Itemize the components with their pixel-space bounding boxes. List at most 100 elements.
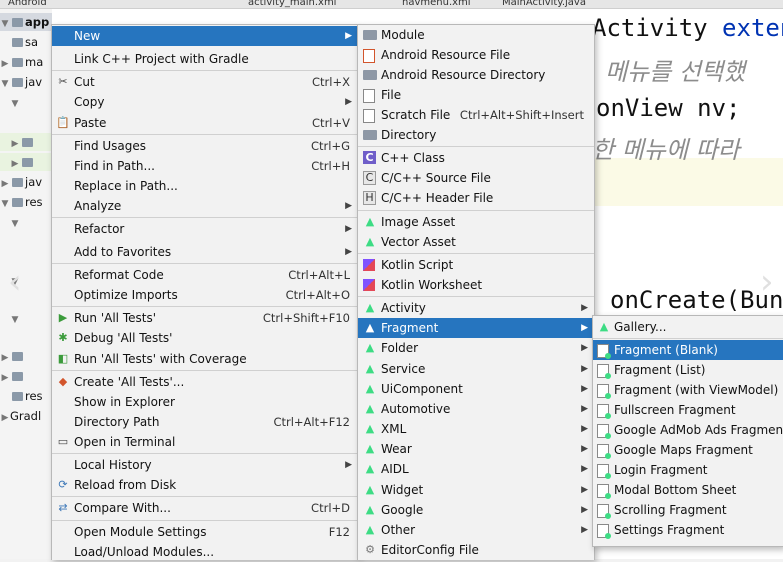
tree-item[interactable]: ▶	[0, 347, 25, 365]
menu-item-label: Kotlin Script	[381, 258, 454, 272]
menu-item-label: Folder	[381, 341, 419, 355]
menu-item-fullscreen-fragment[interactable]: Fullscreen Fragment	[593, 400, 783, 420]
menu-item-label: Find in Path...	[74, 159, 155, 173]
code-line: onCreate(Bun	[610, 286, 783, 314]
menu-item-fragment-list[interactable]: Fragment (List)	[593, 360, 783, 380]
menu-item-c-c-header-file[interactable]: H C/C++ Header File	[358, 188, 594, 208]
menu-item-kotlin-worksheet[interactable]: Kotlin Worksheet	[358, 275, 594, 295]
menu-separator	[52, 70, 358, 71]
menu-item-shortcut: Ctrl+Alt+O	[285, 288, 350, 302]
tree-item[interactable]: res	[0, 387, 43, 405]
project-view-selector[interactable]: Android	[8, 0, 56, 8]
android-icon: ▲	[365, 503, 375, 516]
menu-separator	[358, 296, 594, 297]
menu-item-copy[interactable]: Copy ▶	[52, 92, 358, 112]
tree-item-app[interactable]: ▼ app	[0, 13, 52, 31]
menu-item-google[interactable]: ▲ Google ▶	[358, 500, 594, 520]
menu-item-find-in-path[interactable]: Find in Path... Ctrl+H	[52, 156, 358, 176]
menu-item-c-c-source-file[interactable]: C C/C++ Source File	[358, 168, 594, 188]
menu-item-fragment[interactable]: ▲ Fragment ▶	[358, 318, 594, 338]
menu-item-modal-bottom-sheet[interactable]: Modal Bottom Sheet	[593, 480, 783, 500]
tree-item[interactable]: ▼ jav	[0, 73, 43, 91]
tree-item[interactable]: ▶	[0, 367, 25, 385]
tree-item[interactable]: ▼	[0, 93, 20, 111]
tree-item[interactable]: ▼	[0, 213, 20, 231]
menu-item-debug-all-tests[interactable]: ✱ Debug 'All Tests'	[52, 328, 358, 348]
menu-item-android-resource-directory[interactable]: Android Resource Directory	[358, 65, 594, 85]
menu-item-xml[interactable]: ▲ XML ▶	[358, 419, 594, 439]
menu-item-automotive[interactable]: ▲ Automotive ▶	[358, 399, 594, 419]
menu-item-create-all-tests[interactable]: ◆ Create 'All Tests'...	[52, 372, 358, 392]
menu-item-label: XML	[381, 422, 407, 436]
nav-left-icon[interactable]: ‹	[8, 262, 22, 302]
menu-item-analyze[interactable]: Analyze ▶	[52, 196, 358, 216]
menu-item-vector-asset[interactable]: ▲ Vector Asset	[358, 232, 594, 252]
menu-item-login-fragment[interactable]: Login Fragment	[593, 460, 783, 480]
menu-item-wear[interactable]: ▲ Wear ▶	[358, 439, 594, 459]
menu-item-folder[interactable]: ▲ Folder ▶	[358, 338, 594, 358]
tree-item[interactable]: ▼	[0, 309, 20, 327]
menu-item-widget[interactable]: ▲ Widget ▶	[358, 480, 594, 500]
menu-item-refactor[interactable]: Refactor ▶	[52, 219, 358, 239]
tree-item[interactable]: ▶ jav	[0, 173, 43, 191]
menu-item-kotlin-script[interactable]: Kotlin Script	[358, 255, 594, 275]
menu-item-optimize-imports[interactable]: Optimize Imports Ctrl+Alt+O	[52, 285, 358, 305]
menu-item-google-admob-ads-fragment[interactable]: Google AdMob Ads Fragment	[593, 420, 783, 440]
menu-item-replace-in-path[interactable]: Replace in Path...	[52, 176, 358, 196]
tree-item[interactable]: ▶ ma	[0, 53, 44, 71]
menu-item-scratch-file[interactable]: Scratch File Ctrl+Alt+Shift+Insert	[358, 105, 594, 125]
menu-item-show-in-explorer[interactable]: Show in Explorer	[52, 392, 358, 412]
menu-item-gallery[interactable]: ▲ Gallery...	[593, 317, 783, 337]
menu-item-add-to-favorites[interactable]: Add to Favorites ▶	[52, 242, 358, 262]
menu-item-reformat-code[interactable]: Reformat Code Ctrl+Alt+L	[52, 265, 358, 285]
menu-item-shortcut: Ctrl+Shift+F10	[262, 311, 350, 325]
menu-item-label: New	[74, 29, 101, 43]
menu-item-directory-path[interactable]: Directory Path Ctrl+Alt+F12	[52, 412, 358, 432]
menu-item-aidl[interactable]: ▲ AIDL ▶	[358, 459, 594, 479]
tree-item[interactable]: ▼ res	[0, 193, 43, 211]
tree-item-gradle[interactable]: ▶ Gradl	[0, 407, 42, 425]
submenu-arrow-icon: ▶	[345, 201, 352, 211]
menu-item-run-all-tests[interactable]: ▶ Run 'All Tests' Ctrl+Shift+F10	[52, 308, 358, 328]
menu-item-service[interactable]: ▲ Service ▶	[358, 359, 594, 379]
menu-item-uicomponent[interactable]: ▲ UiComponent ▶	[358, 379, 594, 399]
menu-item-file[interactable]: File	[358, 85, 594, 105]
nav-right-icon[interactable]: ›	[760, 262, 774, 302]
submenu-arrow-icon: ▶	[581, 464, 588, 474]
menu-item-fragment-blank[interactable]: Fragment (Blank)	[593, 340, 783, 360]
menu-item-directory[interactable]: Directory	[358, 125, 594, 145]
menu-item-cut[interactable]: ✂ Cut Ctrl+X	[52, 72, 358, 92]
menu-item-activity[interactable]: ▲ Activity ▶	[358, 298, 594, 318]
menu-item-local-history[interactable]: Local History ▶	[52, 455, 358, 475]
menu-item-link-c-project-with-gradle[interactable]: Link C++ Project with Gradle	[52, 49, 358, 69]
menu-item-open-in-terminal[interactable]: ▭ Open in Terminal	[52, 432, 358, 452]
tree-item[interactable]: ▶	[0, 153, 52, 171]
menu-item-fragment-with-viewmodel[interactable]: Fragment (with ViewModel)	[593, 380, 783, 400]
menu-item-reload-from-disk[interactable]: ⟳ Reload from Disk	[52, 475, 358, 495]
menu-item-open-module-settings[interactable]: Open Module Settings F12	[52, 522, 358, 542]
menu-item-new[interactable]: New ▶	[52, 26, 358, 46]
tree-item[interactable]: ▶	[0, 133, 52, 151]
menu-item-settings-fragment[interactable]: Settings Fragment	[593, 520, 783, 540]
menu-item-find-usages[interactable]: Find Usages Ctrl+G	[52, 136, 358, 156]
menu-item-module[interactable]: Module	[358, 25, 594, 45]
menu-item-other[interactable]: ▲ Other ▶	[358, 520, 594, 540]
menu-item-c-class[interactable]: C C++ Class	[358, 148, 594, 168]
menu-item-run-all-tests-with-coverage[interactable]: ◧ Run 'All Tests' with Coverage	[52, 349, 358, 369]
menu-item-compare-with[interactable]: ⇄ Compare With... Ctrl+D	[52, 498, 358, 518]
menu-item-label: Google	[381, 503, 424, 517]
android-icon: ▲	[365, 321, 375, 334]
menu-item-android-resource-file[interactable]: Android Resource File	[358, 45, 594, 65]
tree-item[interactable]: sa	[0, 33, 38, 51]
menu-item-google-maps-fragment[interactable]: Google Maps Fragment	[593, 440, 783, 460]
menu-item-image-asset[interactable]: ▲ Image Asset	[358, 212, 594, 232]
menu-item-label: Module	[381, 28, 425, 42]
menu-item-scrolling-fragment[interactable]: Scrolling Fragment	[593, 500, 783, 520]
menu-separator	[52, 520, 358, 521]
tab-activity-main-xml[interactable]: activity_main.xml	[248, 0, 358, 8]
menu-item-load-unload-modules[interactable]: Load/Unload Modules...	[52, 542, 358, 562]
menu-item-paste[interactable]: 📋 Paste Ctrl+V	[52, 113, 358, 133]
menu-item-label: Run 'All Tests' with Coverage	[74, 352, 247, 366]
menu-item-editorconfig-file[interactable]: ⚙ EditorConfig File	[358, 540, 594, 560]
menu-item-label: Replace in Path...	[74, 179, 178, 193]
